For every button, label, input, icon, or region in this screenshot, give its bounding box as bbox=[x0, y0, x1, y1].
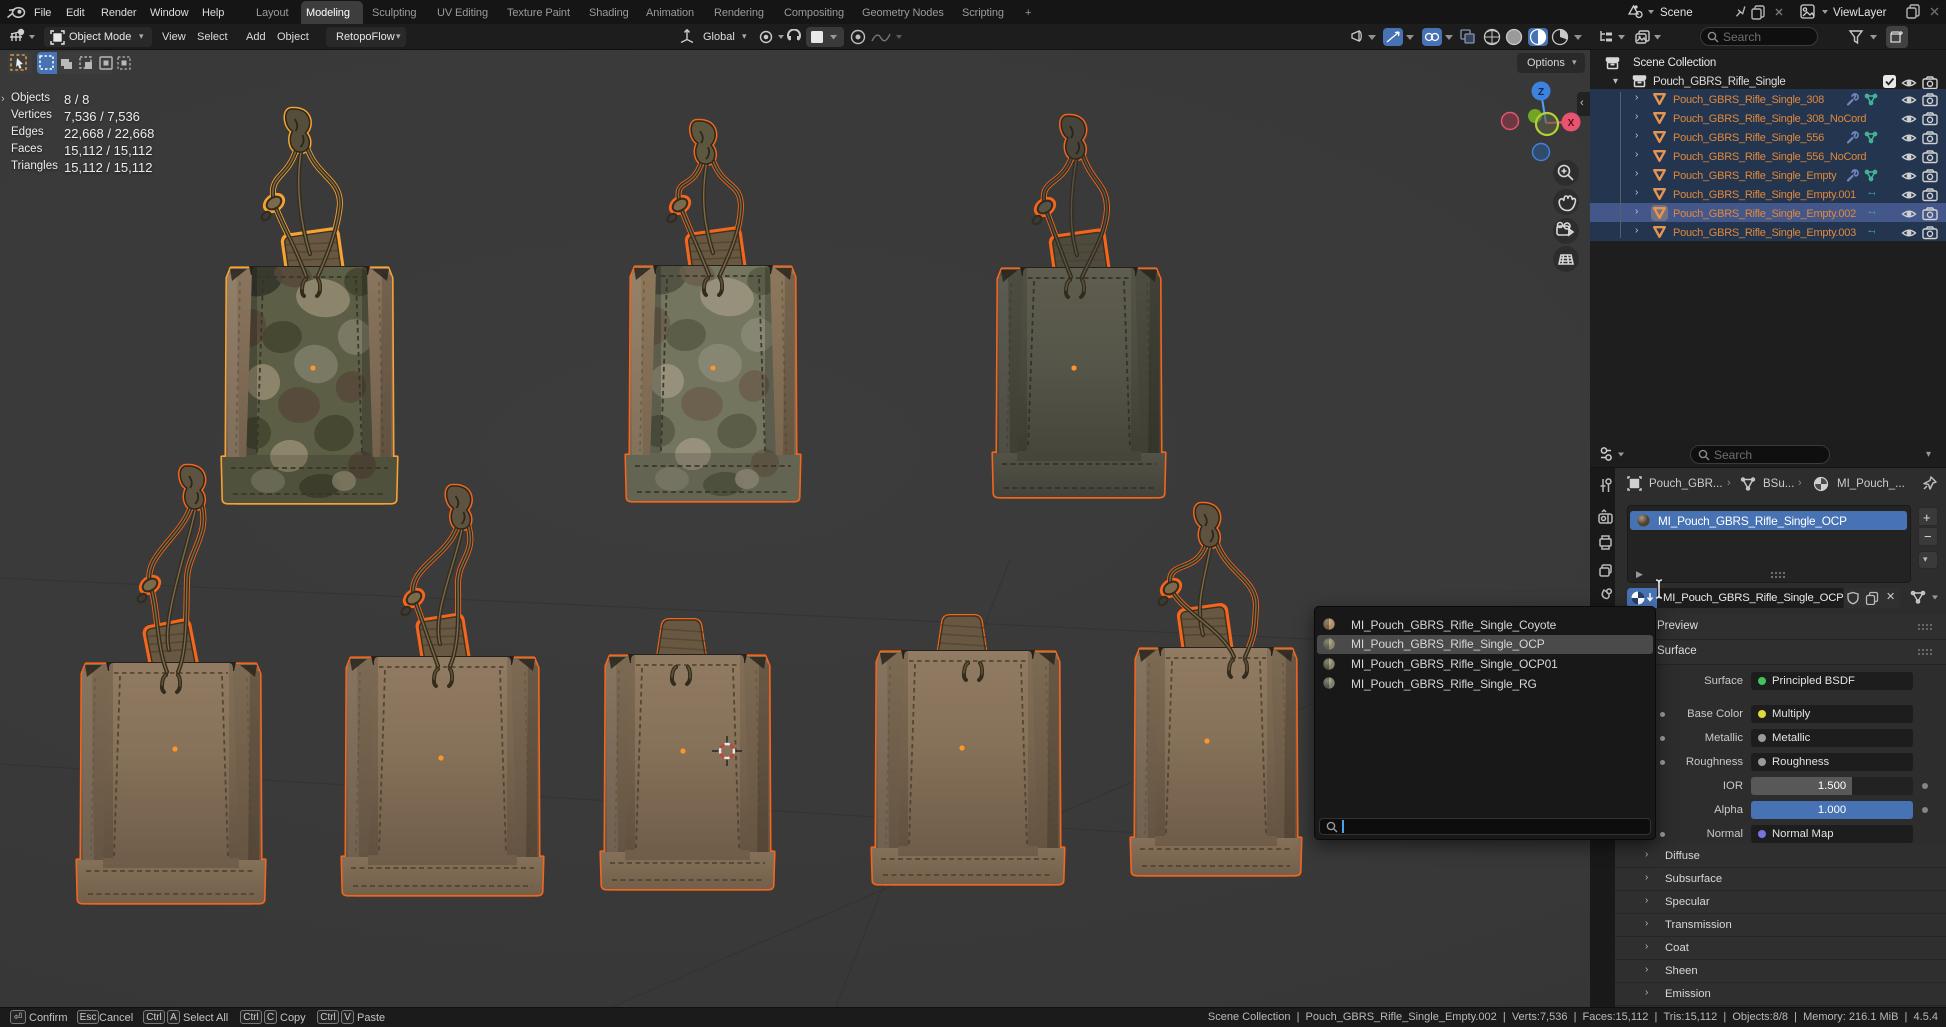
svg-text:Z: Z bbox=[1538, 87, 1544, 98]
svg-text:X: X bbox=[1568, 118, 1575, 129]
